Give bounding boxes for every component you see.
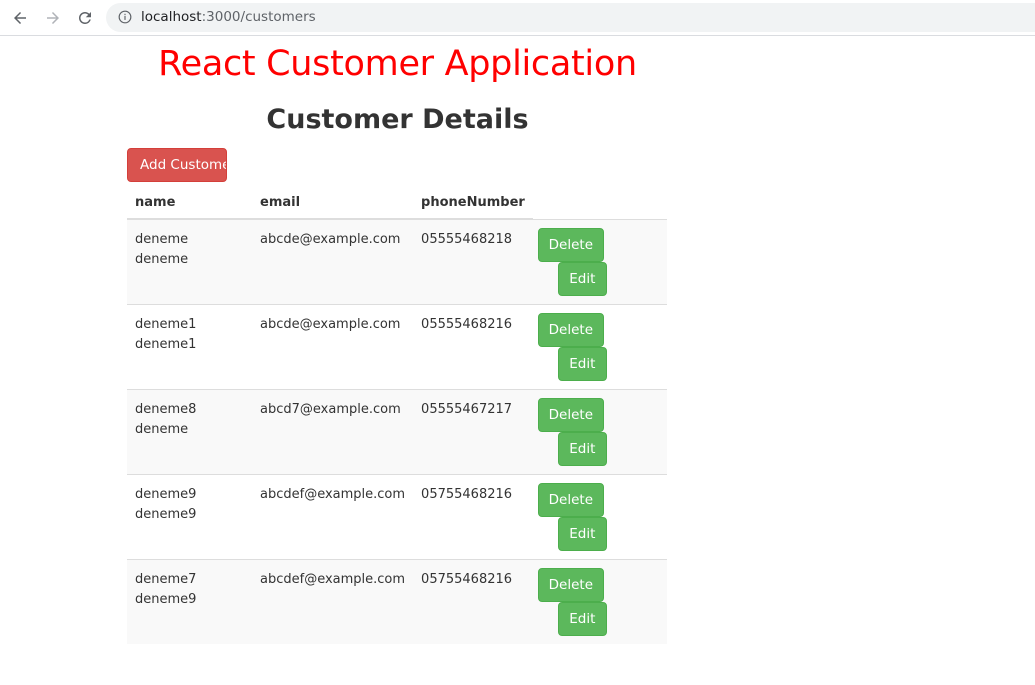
header-phone: phoneNumber bbox=[413, 186, 533, 220]
edit-button[interactable]: Edit bbox=[557, 261, 607, 296]
cell-phone: 05555467217 bbox=[413, 388, 533, 474]
cell-actions: Delete Edit bbox=[532, 473, 667, 559]
delete-button[interactable]: Delete bbox=[537, 567, 604, 602]
cell-name: deneme7 deneme9 bbox=[127, 558, 252, 644]
cell-actions: Delete Edit bbox=[532, 303, 667, 389]
reload-button[interactable] bbox=[73, 6, 97, 30]
delete-button[interactable]: Delete bbox=[537, 482, 604, 517]
table-row: deneme8 deneme abcd7@example.com 0555546… bbox=[127, 388, 667, 474]
cell-name: deneme1 deneme1 bbox=[127, 303, 252, 389]
info-icon[interactable] bbox=[118, 10, 132, 24]
table-row: deneme1 deneme1 abcde@example.com 055554… bbox=[127, 303, 667, 389]
table-row: deneme9 deneme9 abcdef@example.com 05755… bbox=[127, 473, 667, 559]
cell-phone: 05555468218 bbox=[413, 218, 533, 304]
cell-name: deneme deneme bbox=[127, 218, 252, 304]
delete-button[interactable]: Delete bbox=[537, 227, 604, 262]
header-actions bbox=[533, 186, 667, 219]
page-heading: Customer Details bbox=[266, 104, 529, 135]
cell-name: deneme9 deneme9 bbox=[127, 473, 252, 559]
cell-actions: Delete Edit bbox=[532, 388, 667, 474]
edit-button[interactable]: Edit bbox=[557, 346, 607, 381]
customer-table: name email phoneNumber deneme deneme abc… bbox=[127, 186, 667, 644]
edit-button[interactable]: Edit bbox=[557, 516, 607, 551]
url-host: localhost bbox=[141, 9, 202, 25]
cell-phone: 05755468216 bbox=[413, 558, 533, 644]
cell-phone: 05755468216 bbox=[413, 473, 533, 559]
arrow-right-icon bbox=[47, 12, 59, 24]
arrow-left-icon bbox=[14, 12, 26, 24]
reload-icon bbox=[79, 11, 91, 24]
table-row: deneme7 deneme9 abcdef@example.com 05755… bbox=[127, 558, 667, 644]
url-text: localhost:3000/customers bbox=[141, 9, 316, 25]
cell-phone: 05555468216 bbox=[413, 303, 533, 389]
app-title: React Customer Application bbox=[158, 44, 637, 84]
delete-button[interactable]: Delete bbox=[537, 397, 604, 432]
header-name: name bbox=[127, 186, 252, 220]
cell-email: abcdef@example.com bbox=[252, 558, 414, 644]
cell-email: abcdef@example.com bbox=[252, 473, 414, 559]
edit-button[interactable]: Edit bbox=[557, 431, 607, 466]
delete-button[interactable]: Delete bbox=[537, 312, 604, 347]
cell-email: abcd7@example.com bbox=[252, 388, 414, 474]
cell-actions: Delete Edit bbox=[532, 558, 667, 644]
table-header-row: name email phoneNumber bbox=[127, 186, 667, 220]
table-row: deneme deneme abcde@example.com 05555468… bbox=[127, 218, 667, 304]
forward-button[interactable] bbox=[41, 6, 65, 30]
cell-name: deneme8 deneme bbox=[127, 388, 252, 474]
url-path: :3000/customers bbox=[201, 9, 316, 25]
add-customer-button[interactable]: Add Customer bbox=[127, 148, 227, 182]
browser-toolbar: localhost:3000/customers bbox=[0, 0, 1035, 36]
address-bar[interactable]: localhost:3000/customers bbox=[106, 3, 1035, 32]
cell-email: abcde@example.com bbox=[252, 303, 414, 389]
cell-actions: Delete Edit bbox=[532, 218, 667, 304]
edit-button[interactable]: Edit bbox=[557, 601, 607, 636]
cell-email: abcde@example.com bbox=[252, 218, 414, 304]
header-email: email bbox=[252, 186, 414, 220]
back-button[interactable] bbox=[8, 6, 32, 30]
